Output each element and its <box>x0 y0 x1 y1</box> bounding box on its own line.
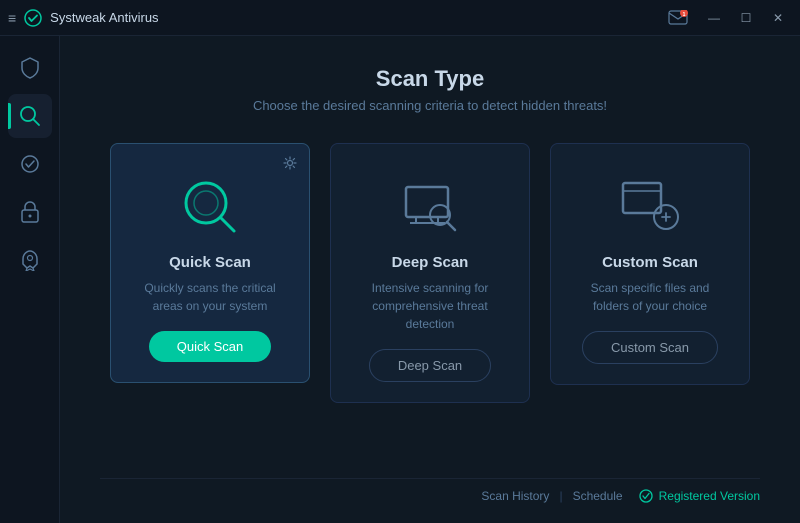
registered-label: Registered Version <box>659 489 760 503</box>
footer-links: Scan History | Schedule <box>481 489 622 503</box>
title-bar-right: 1 — ☐ ✕ <box>668 7 792 29</box>
sidebar-item-safe[interactable] <box>8 142 52 186</box>
schedule-link[interactable]: Schedule <box>573 489 623 503</box>
custom-scan-button[interactable]: Custom Scan <box>582 331 718 364</box>
hamburger-icon[interactable]: ≡ <box>8 10 16 26</box>
content-area: Scan Type Choose the desired scanning cr… <box>60 36 800 523</box>
title-bar: ≡ Systweak Antivirus 1 — ☐ ✕ <box>0 0 800 36</box>
page-subtitle: Choose the desired scanning criteria to … <box>100 98 760 113</box>
deep-scan-button[interactable]: Deep Scan <box>369 349 491 382</box>
registered-status: Registered Version <box>639 489 760 503</box>
sidebar-item-protection[interactable] <box>8 46 52 90</box>
quick-scan-desc: Quickly scans the critical areas on your… <box>131 279 289 315</box>
sidebar-item-vpn[interactable] <box>8 190 52 234</box>
deep-scan-icon <box>395 172 465 242</box>
main-layout: Scan Type Choose the desired scanning cr… <box>0 36 800 523</box>
maximize-button[interactable]: ☐ <box>732 7 760 29</box>
sidebar-item-boost[interactable] <box>8 238 52 282</box>
app-logo <box>24 9 42 27</box>
active-indicator <box>8 103 11 129</box>
page-header: Scan Type Choose the desired scanning cr… <box>100 66 760 113</box>
close-button[interactable]: ✕ <box>764 7 792 29</box>
quick-scan-icon <box>175 172 245 242</box>
sidebar <box>0 36 60 523</box>
card-settings-icon[interactable] <box>283 156 297 170</box>
notification-badge[interactable]: 1 <box>668 10 688 26</box>
scan-history-link[interactable]: Scan History <box>481 489 549 503</box>
scan-cards-container: Quick Scan Quickly scans the critical ar… <box>100 143 760 468</box>
quick-scan-button[interactable]: Quick Scan <box>149 331 271 362</box>
quick-scan-card[interactable]: Quick Scan Quickly scans the critical ar… <box>110 143 310 383</box>
deep-scan-title: Deep Scan <box>392 254 469 271</box>
custom-scan-card[interactable]: Custom Scan Scan specific files and fold… <box>550 143 750 385</box>
deep-scan-card[interactable]: Deep Scan Intensive scanning for compreh… <box>330 143 530 403</box>
custom-scan-icon <box>615 172 685 242</box>
deep-scan-desc: Intensive scanning for comprehensive thr… <box>351 279 509 333</box>
footer-divider: | <box>559 489 562 503</box>
title-bar-left: ≡ Systweak Antivirus <box>8 9 159 27</box>
app-title: Systweak Antivirus <box>50 10 158 25</box>
custom-scan-desc: Scan specific files and folders of your … <box>571 279 729 315</box>
quick-scan-title: Quick Scan <box>169 254 251 271</box>
svg-text:1: 1 <box>683 12 686 18</box>
page-title: Scan Type <box>100 66 760 92</box>
footer: Scan History | Schedule Registered Versi… <box>100 478 760 503</box>
minimize-button[interactable]: — <box>700 7 728 29</box>
custom-scan-title: Custom Scan <box>602 254 698 271</box>
sidebar-item-scan[interactable] <box>8 94 52 138</box>
